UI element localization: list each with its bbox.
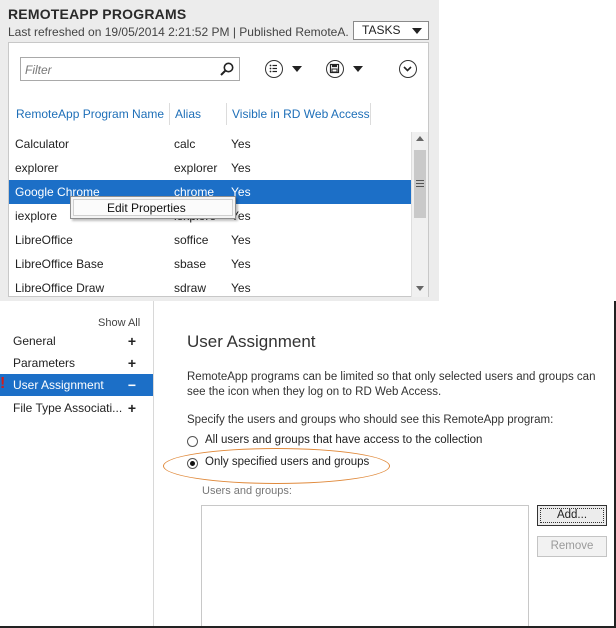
tasks-label: TASKS [362, 23, 401, 37]
save-icon[interactable] [326, 60, 344, 78]
radio-button[interactable] [187, 436, 198, 447]
collapse-minus-icon[interactable]: − [128, 374, 136, 396]
program-alias: sdraw [174, 281, 207, 295]
panel-subtitle: Last refreshed on 19/05/2014 2:21:52 PM … [8, 25, 348, 39]
programs-list-box: Filter RemoteApp Program Name Alias Visi… [8, 42, 429, 297]
program-name: Calculator [15, 137, 70, 151]
grip-line [416, 180, 424, 181]
nav-item-parameters[interactable]: Parameters + [0, 352, 153, 374]
expand-plus-icon[interactable]: + [128, 352, 136, 374]
table-row[interactable]: LibreOffice Base sbase Yes [9, 252, 411, 276]
nav-item-file-type-associations[interactable]: File Type Associati... + [0, 397, 153, 419]
program-alias: explorer [174, 161, 218, 175]
filter-input[interactable]: Filter [20, 57, 240, 81]
nav-divider [153, 301, 154, 628]
program-alias: sbase [174, 257, 207, 271]
column-header-name[interactable]: RemoteApp Program Name [16, 103, 164, 125]
program-visible: Yes [231, 281, 251, 295]
program-alias: calc [174, 137, 196, 151]
grip-line [416, 183, 424, 184]
menu-item-edit-properties[interactable]: Edit Properties [73, 199, 233, 216]
tasks-dropdown-button[interactable]: TASKS [353, 21, 429, 40]
program-name: LibreOffice [15, 233, 73, 247]
nav-item-label: Parameters [13, 356, 76, 370]
scrollbar-thumb[interactable] [414, 150, 426, 218]
program-visible: Yes [231, 257, 251, 271]
table-row[interactable]: LibreOffice soffice Yes [9, 228, 411, 252]
column-divider [169, 103, 170, 125]
filter-placeholder: Filter [25, 63, 52, 77]
program-name: iexplore [15, 209, 58, 223]
column-divider [226, 103, 227, 125]
vertical-scrollbar[interactable] [411, 132, 428, 297]
users-groups-list[interactable] [201, 505, 529, 628]
program-name: explorer [15, 161, 59, 175]
chevron-down-icon [412, 28, 422, 34]
table-row[interactable]: Calculator calc Yes [9, 132, 411, 156]
chevron-down-icon[interactable] [353, 66, 363, 72]
nav-item-label: File Type Associati... [13, 401, 123, 415]
add-button[interactable]: Add... [537, 505, 607, 526]
nav-item-label: User Assignment [13, 378, 104, 392]
properties-dialog: Show All General + Parameters + User Ass… [0, 301, 616, 628]
remove-button[interactable]: Remove [537, 536, 607, 557]
nav-item-label: General [13, 334, 56, 348]
search-icon[interactable] [219, 61, 235, 77]
column-header-visible[interactable]: Visible in RD Web Access [232, 103, 370, 125]
remoteapp-programs-panel: REMOTEAPP PROGRAMS Last refreshed on 19/… [0, 0, 439, 301]
program-visible: Yes [231, 161, 251, 175]
section-description: RemoteApp programs can be limited so tha… [187, 371, 596, 398]
expand-chevron-icon[interactable] [399, 60, 417, 78]
column-header-alias[interactable]: Alias [175, 103, 201, 125]
users-groups-label: Users and groups: [202, 485, 292, 497]
radio-label: All users and groups that have access to… [205, 434, 483, 446]
table-row[interactable]: explorer explorer Yes [9, 156, 411, 180]
panel-title: REMOTEAPP PROGRAMS [8, 6, 187, 22]
section-title: User Assignment [187, 332, 316, 351]
show-all-link[interactable]: Show All [98, 317, 140, 329]
grip-line [416, 186, 424, 187]
scroll-up-icon[interactable] [416, 136, 424, 141]
program-name: LibreOffice Base [15, 257, 104, 271]
list-view-icon[interactable] [265, 60, 283, 78]
nav-item-user-assignment[interactable]: User Assignment − [0, 374, 153, 396]
scroll-down-icon[interactable] [416, 286, 424, 291]
column-divider [370, 103, 371, 125]
expand-plus-icon[interactable]: + [128, 397, 136, 419]
highlight-annotation [163, 448, 390, 484]
program-name: LibreOffice Draw [15, 281, 105, 295]
expand-plus-icon[interactable]: + [128, 330, 136, 352]
table-row[interactable]: LibreOffice Draw sdraw Yes [9, 276, 411, 297]
nav-item-general[interactable]: General + [0, 330, 153, 352]
assignment-prompt: Specify the users and groups who should … [187, 414, 554, 426]
chevron-down-icon[interactable] [292, 66, 302, 72]
context-menu: Edit Properties [70, 196, 236, 219]
program-visible: Yes [231, 137, 251, 151]
program-alias: soffice [174, 233, 209, 247]
warning-icon: ! [0, 375, 6, 392]
program-visible: Yes [231, 233, 251, 247]
